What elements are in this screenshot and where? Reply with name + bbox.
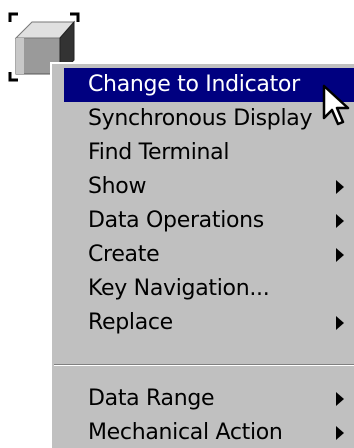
- menu-item-label: Find Terminal: [88, 140, 230, 165]
- menu-item-change-to-indicator[interactable]: Change to Indicator: [64, 68, 354, 102]
- menu-item-label: Create: [88, 242, 160, 267]
- menu-item-label: Synchronous Display: [88, 106, 313, 131]
- menu-item-mechanical-action[interactable]: Mechanical Action: [64, 416, 354, 448]
- menu-item-replace[interactable]: Replace: [64, 306, 354, 340]
- menu-item-synchronous-display[interactable]: Synchronous Display: [64, 102, 354, 136]
- submenu-arrow-icon: [336, 248, 344, 262]
- submenu-arrow-icon: [336, 316, 344, 330]
- menu-item-find-terminal[interactable]: Find Terminal: [64, 136, 354, 170]
- menu-item-create[interactable]: Create: [64, 238, 354, 272]
- menu-item-key-navigation[interactable]: Key Navigation...: [64, 272, 354, 306]
- menu-item-label: Data Range: [88, 386, 215, 411]
- menu-item-label: Data Operations: [88, 208, 264, 233]
- arrow-cursor-icon: [322, 84, 352, 132]
- submenu-arrow-icon: [336, 214, 344, 228]
- submenu-arrow-icon: [336, 426, 344, 440]
- menu-item-label: Mechanical Action: [88, 420, 283, 445]
- menu-separator: [54, 364, 354, 366]
- menu-item-label: Change to Indicator: [88, 72, 300, 97]
- menu-item-label: Show: [88, 174, 147, 199]
- menu-item-show[interactable]: Show: [64, 170, 354, 204]
- submenu-arrow-icon: [336, 180, 344, 194]
- submenu-arrow-icon: [336, 392, 344, 406]
- context-menu: Change to Indicator Synchronous Display …: [50, 62, 354, 448]
- menu-item-label: Replace: [88, 310, 173, 335]
- menu-item-data-operations[interactable]: Data Operations: [64, 204, 354, 238]
- menu-item-label: Key Navigation...: [88, 276, 270, 301]
- menu-item-data-range[interactable]: Data Range: [64, 382, 354, 416]
